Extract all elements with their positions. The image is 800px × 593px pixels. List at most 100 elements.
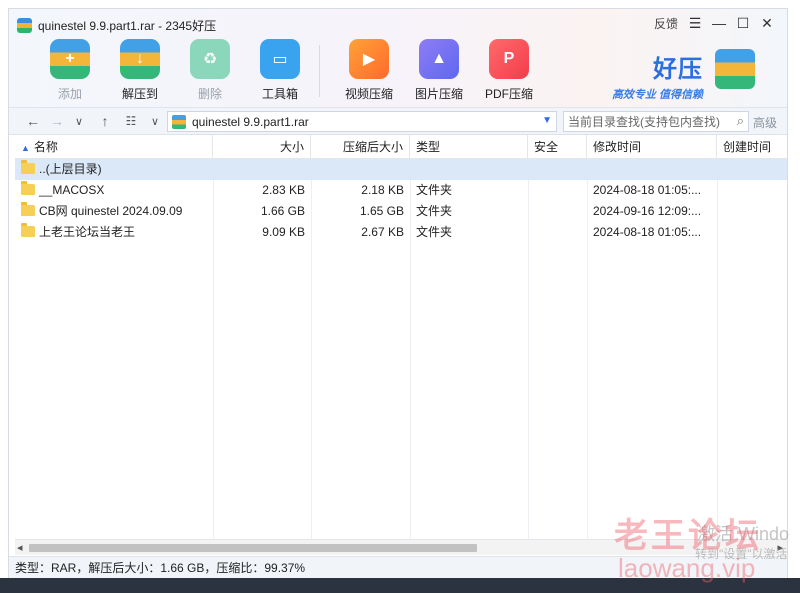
col-size[interactable]: 大小	[213, 135, 311, 159]
search-input[interactable]: 当前目录查找(支持包内查找) ⌕	[563, 111, 749, 132]
maximize-icon[interactable]: ☐	[731, 13, 755, 33]
view-mode-icon[interactable]: ☷	[121, 112, 141, 130]
col-security[interactable]: 安全	[528, 135, 587, 159]
add-button[interactable]: + 添加	[35, 39, 105, 102]
brand-logo-icon	[715, 49, 755, 89]
folder-icon	[21, 160, 35, 174]
col-created[interactable]: 创建时间	[717, 135, 787, 159]
col-name[interactable]: ▲ 名称	[15, 135, 213, 159]
cell-created	[717, 159, 787, 180]
forward-arrow-icon[interactable]: →	[47, 112, 67, 130]
sort-up-icon: ▲	[21, 143, 30, 153]
cell-size	[213, 159, 311, 180]
cell-packed	[311, 159, 410, 180]
cell-security	[528, 201, 587, 222]
cell-security	[528, 159, 587, 180]
path-dropdown-icon[interactable]: ▼	[542, 115, 552, 126]
minimize-icon[interactable]: —	[707, 13, 731, 33]
watermark-cn: 老王论坛	[614, 517, 762, 555]
col-type[interactable]: 类型	[410, 135, 528, 159]
title-bar: quinestel 9.9.part1.rar - 2345好压	[17, 16, 216, 34]
cell-type	[410, 159, 528, 180]
watermark-en: laowang.vip	[618, 553, 756, 583]
window-title: quinestel 9.9.part1.rar - 2345好压	[38, 18, 217, 33]
main-toolbar: + 添加 ↓ 解压到 ♻ 删除 ▭ 工具箱 ▶ 视频压缩 ▲ 图片压缩 P PD…	[35, 39, 544, 102]
col-packed-size[interactable]: 压缩后大小	[311, 135, 410, 159]
cell-name: CB网 quinestel 2024.09.09	[15, 201, 213, 222]
close-icon[interactable]: ✕	[755, 13, 779, 33]
path-text: quinestel 9.9.part1.rar	[192, 114, 309, 129]
brand-slogan: 高效专业 值得信赖	[611, 89, 703, 101]
address-bar: ← → ∨ ↑ ☷ ∨ quinestel 9.9.part1.rar ▼ 当前…	[9, 107, 787, 135]
image-compress-button[interactable]: ▲ 图片压缩	[404, 39, 474, 102]
cell-size: 9.09 KB	[262, 225, 305, 239]
cell-created	[717, 201, 787, 222]
video-compress-button[interactable]: ▶ 视频压缩	[334, 39, 404, 102]
toolbox-button[interactable]: ▭ 工具箱	[245, 39, 315, 102]
column-headers: ▲ 名称 大小 压缩后大小 类型 安全 修改时间 创建时间	[15, 135, 787, 159]
cell-packed: 2.67 KB	[361, 225, 404, 239]
cell-type: 文件夹	[416, 225, 453, 239]
toolbox-icon: ▭	[260, 39, 300, 79]
scroll-left-icon[interactable]: ◂	[17, 541, 23, 554]
advanced-search-button[interactable]: 高级	[753, 114, 777, 131]
cell-type: 文件夹	[416, 204, 453, 218]
pdf-compress-label: PDF压缩	[484, 87, 533, 101]
cell-modified: 2024-09-16 12:09:...	[593, 204, 702, 218]
up-level-icon[interactable]: ↑	[95, 112, 115, 130]
file-list: ▲ 名称 大小 压缩后大小 类型 安全 修改时间 创建时间 ..(上层目录) _…	[15, 135, 787, 539]
window-controls: 反馈 ☰ — ☐ ✕	[649, 13, 779, 33]
menu-icon[interactable]: ☰	[683, 13, 707, 33]
title-toolbar-area: quinestel 9.9.part1.rar - 2345好压 反馈 ☰ — …	[9, 9, 787, 107]
table-row[interactable]: CB网 quinestel 2024.09.09 1.66 GB 1.65 GB…	[15, 201, 787, 222]
col-modified[interactable]: 修改时间	[587, 135, 717, 159]
video-compress-label: 视频压缩	[344, 87, 393, 101]
extract-label: 解压到	[121, 87, 158, 101]
app-window: quinestel 9.9.part1.rar - 2345好压 反馈 ☰ — …	[8, 8, 788, 578]
search-icon[interactable]: ⌕	[737, 113, 744, 129]
table-row[interactable]: ..(上层目录)	[15, 159, 787, 180]
toolbox-label: 工具箱	[261, 87, 298, 101]
image-compress-label: 图片压缩	[414, 87, 463, 101]
table-row[interactable]: __MACOSX 2.83 KB 2.18 KB 文件夹 2024-08-18 …	[15, 180, 787, 201]
cell-modified: 2024-08-18 01:05:...	[593, 183, 702, 197]
recycle-bin-icon: ♻	[190, 39, 230, 79]
add-label: 添加	[57, 87, 82, 101]
cell-security	[528, 222, 587, 243]
table-row[interactable]: 上老王论坛当老王 9.09 KB 2.67 KB 文件夹 2024-08-18 …	[15, 222, 787, 243]
brand-block: 好压 高效专业 值得信赖	[611, 49, 755, 102]
cell-name: 上老王论坛当老王	[15, 222, 213, 243]
cell-created	[717, 222, 787, 243]
search-placeholder: 当前目录查找(支持包内查找)	[568, 115, 720, 129]
cell-packed: 1.65 GB	[359, 204, 404, 218]
pdf-compress-button[interactable]: P PDF压缩	[474, 39, 544, 102]
cell-created	[717, 180, 787, 201]
add-archive-icon: +	[50, 39, 90, 79]
extract-to-button[interactable]: ↓ 解压到	[105, 39, 175, 102]
cell-name: ..(上层目录)	[15, 159, 213, 180]
delete-label: 删除	[197, 87, 222, 101]
folder-icon	[21, 202, 35, 216]
folder-icon	[21, 181, 35, 195]
pdf-compress-icon: P	[489, 39, 529, 79]
archive-icon	[172, 114, 186, 129]
extract-icon: ↓	[120, 39, 160, 79]
table-body: ..(上层目录) __MACOSX 2.83 KB 2.18 KB 文件夹 20…	[15, 159, 787, 539]
cell-type: 文件夹	[416, 183, 453, 197]
video-compress-icon: ▶	[349, 39, 389, 79]
view-dropdown-icon[interactable]: ∨	[145, 112, 165, 130]
feedback-button[interactable]: 反馈	[649, 13, 683, 33]
cell-modified: 2024-08-18 01:05:...	[593, 225, 702, 239]
app-logo-icon	[17, 17, 32, 33]
brand-name: 好压	[653, 56, 703, 83]
folder-icon	[21, 223, 35, 237]
cell-modified	[587, 159, 717, 180]
toolbar-separator	[319, 45, 320, 97]
back-arrow-icon[interactable]: ←	[23, 112, 43, 130]
cell-security	[528, 180, 587, 201]
cell-name: __MACOSX	[15, 180, 213, 201]
scrollbar-thumb[interactable]	[29, 544, 477, 552]
history-dropdown-icon[interactable]: ∨	[69, 112, 89, 130]
delete-button[interactable]: ♻ 删除	[175, 39, 245, 102]
path-field[interactable]: quinestel 9.9.part1.rar ▼	[167, 111, 557, 132]
